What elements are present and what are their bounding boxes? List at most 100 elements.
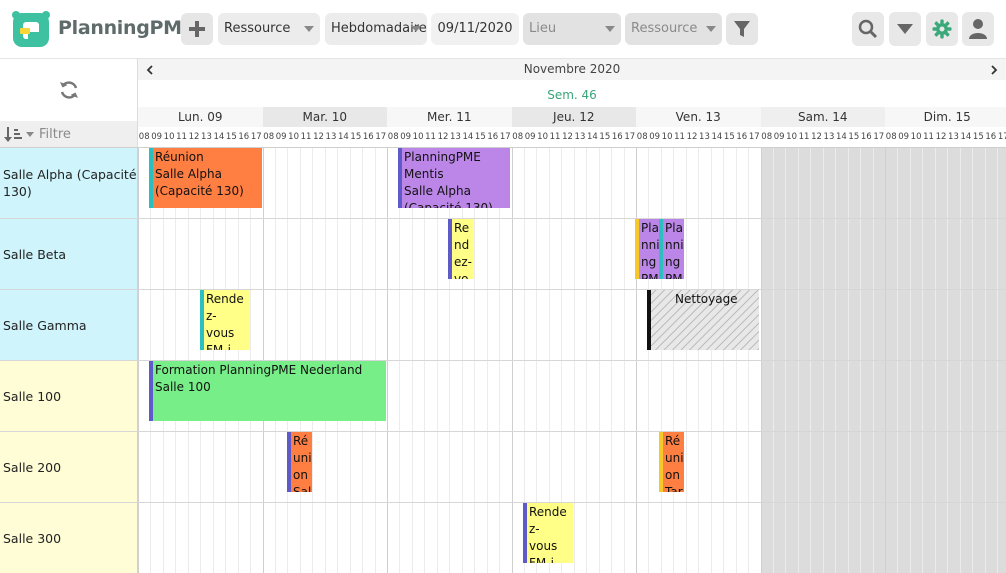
hour-label: 08	[761, 132, 773, 142]
prev-button[interactable]	[138, 59, 162, 80]
day-header: Dim. 15	[885, 107, 1006, 127]
hour-header: 08 09 10 11 12 13 14 15 16 17 08 09 10 11 12 13 14 15 16 17…	[138, 129, 1006, 148]
user-button[interactable]	[962, 12, 994, 46]
event-block[interactable]: Rendez-vousFM-iSalle	[523, 503, 573, 563]
place-select[interactable]: Lieu	[523, 13, 621, 45]
hour-label: 11	[300, 132, 312, 142]
period-select[interactable]: Hebdomadaire	[325, 13, 427, 45]
hour-label: 13	[823, 132, 835, 142]
gear-icon	[932, 19, 952, 39]
hour-label: 13	[325, 132, 337, 142]
hour-label: 13	[450, 132, 461, 142]
hour-label: 14	[586, 132, 598, 142]
hour-label: 15	[972, 132, 984, 142]
hour-label: 09	[649, 132, 661, 142]
top-toolbar: PlanningPME Ressource Hebdomadaire 09/11…	[0, 0, 1006, 59]
event-text: Nettoyage	[675, 292, 738, 306]
event-text: PlanningPME	[404, 150, 481, 164]
event-color-bar	[659, 219, 663, 279]
hour-label: 14	[960, 132, 972, 142]
funnel-icon	[734, 21, 750, 37]
hour-label: 15	[350, 132, 362, 142]
next-button[interactable]	[982, 59, 1006, 80]
event-text: Rendez-	[206, 292, 244, 323]
filter-button[interactable]	[726, 13, 758, 45]
event-block[interactable]: Nettoyage	[647, 290, 759, 350]
hour-label: 09	[898, 132, 910, 142]
event-text: (Capacité 130)	[155, 184, 244, 198]
event-color-bar	[200, 290, 204, 350]
hour-label: 15	[723, 132, 735, 142]
hour-label: 17	[748, 132, 760, 142]
resource-row[interactable]: Salle Alpha (Capacité 130)	[0, 148, 138, 219]
sort-icon[interactable]	[4, 126, 24, 143]
event-text: Réunion	[155, 150, 204, 164]
refresh-icon	[59, 81, 78, 99]
resource-placeholder: Ressource	[631, 21, 698, 36]
settings-button[interactable]	[926, 12, 958, 46]
month-label: Novembre 2020	[138, 59, 1006, 80]
hour-label: 11	[176, 132, 187, 142]
event-text: Salle 100	[155, 380, 211, 394]
event-block[interactable]: Réunion Salle Alpha (Capacité 130)	[149, 148, 262, 208]
event-block[interactable]: RéunionTarifSkiSalle	[659, 432, 684, 492]
hour-label: 08	[263, 132, 275, 142]
refresh-button[interactable]	[0, 59, 138, 121]
resource-row[interactable]: Salle 100	[0, 361, 138, 432]
hour-label: 12	[686, 132, 698, 142]
dropdown-button[interactable]	[889, 12, 921, 46]
hour-label: 09	[275, 132, 287, 142]
event-color-bar	[149, 361, 153, 421]
grid-line	[138, 218, 1006, 219]
resource-select[interactable]: Ressource	[625, 13, 722, 45]
filter-bar	[0, 121, 138, 148]
hour-label: 16	[985, 132, 997, 142]
event-color-bar	[635, 219, 639, 279]
hour-label: 17	[624, 132, 636, 142]
hour-label: 17	[375, 132, 387, 142]
hour-label: 10	[412, 132, 424, 142]
event-block[interactable]: RéunionSalle200	[287, 432, 312, 492]
hour-label: 14	[835, 132, 847, 142]
date-field[interactable]: 09/11/2020	[431, 13, 519, 45]
hour-label: 16	[860, 132, 872, 142]
hour-label: 09	[400, 132, 412, 142]
event-block[interactable]: PlanningPME Mentis Salle Alpha (Capacité 13…	[398, 148, 510, 208]
hour-label: 09	[773, 132, 785, 142]
search-button[interactable]	[852, 12, 884, 46]
user-icon	[969, 19, 987, 39]
schedule-grid: Réunion Salle Alpha (Capacité 130) Planning…	[138, 148, 1006, 573]
resource-row[interactable]: Salle 300	[0, 503, 138, 573]
hour-label: 11	[923, 132, 934, 142]
resource-name: Salle Beta	[3, 246, 67, 262]
hour-label: 15	[225, 132, 237, 142]
resource-row[interactable]: Salle Beta	[0, 219, 138, 290]
view-type-select[interactable]: Ressource	[218, 13, 320, 45]
event-color-bar	[448, 219, 452, 279]
event-color-bar	[398, 148, 402, 208]
chevron-down-icon[interactable]	[26, 132, 34, 137]
event-text: Réunion	[293, 434, 312, 482]
hour-label: 12	[188, 132, 200, 142]
filter-input[interactable]	[36, 124, 136, 145]
event-block[interactable]: PlanningPMEDemoSalleBeta	[635, 219, 660, 279]
event-block[interactable]: Rendez-vousFM-iSalle	[200, 290, 250, 350]
event-block[interactable]: PlanningPMESalleBetaSki	[659, 219, 684, 279]
calendar-grid: Novembre 2020 Sem. 46 Lun. 09 Mar. 10 Mer.…	[138, 59, 1006, 573]
hour-label: 09	[524, 132, 536, 142]
add-button[interactable]	[181, 13, 213, 45]
plus-icon	[189, 21, 205, 37]
triangle-down-icon	[897, 24, 913, 34]
resource-row[interactable]: Salle Gamma	[0, 290, 138, 361]
event-block[interactable]: Rendez-vousTarifSki	[448, 219, 474, 279]
event-text: Salle	[293, 485, 312, 492]
day-header: Lun. 09	[138, 107, 263, 127]
event-block[interactable]: Formation PlanningPME Nederland Salle 100	[149, 361, 386, 421]
hour-label: 09	[151, 132, 163, 142]
hour-label: 12	[562, 132, 573, 142]
event-text: Mentis	[404, 167, 444, 181]
hour-label: 16	[487, 132, 499, 142]
event-text: Rendez-	[529, 505, 567, 536]
resource-row[interactable]: Salle 200	[0, 432, 138, 503]
grid-line	[138, 431, 1006, 432]
